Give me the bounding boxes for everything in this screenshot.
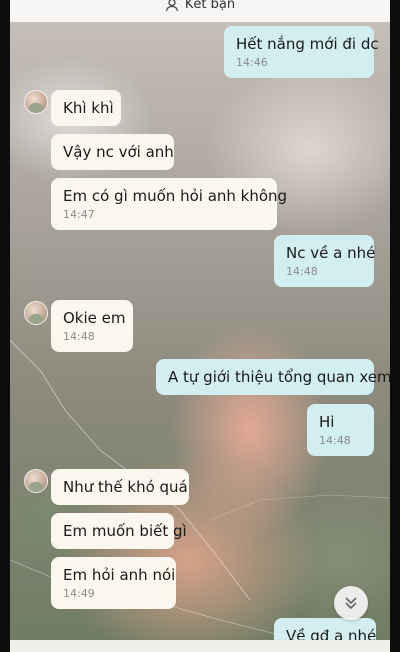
chat-screen: Kết bạn Hết nắng mới đi dc 14:46 Khì khì… [10, 0, 390, 652]
message-text: Em có gì muốn hỏi anh không [63, 187, 288, 205]
message-text: Nc về a nhé [286, 244, 376, 262]
message-time: 14:49 [63, 587, 95, 600]
message-time: 14:46 [236, 56, 268, 69]
double-chevron-down-icon [345, 597, 357, 610]
message-bubble-received[interactable]: Em hỏi anh nói 14:49 [51, 557, 176, 609]
message-bubble-sent[interactable]: Hết nắng mới đi dc 14:46 [224, 26, 379, 78]
header-title: Kết bạn [184, 0, 236, 12]
message-bubble-received[interactable]: Như thế khó quá [51, 469, 189, 505]
message-text: Okie em [63, 309, 126, 327]
message-text: Khì khì [63, 99, 114, 117]
message-text: Như thế khó quá [63, 478, 188, 496]
message-bubble-sent[interactable]: Hi 14:48 [307, 404, 374, 456]
add-friend-button[interactable]: Kết bạn [165, 0, 235, 12]
scroll-to-bottom-button[interactable] [334, 586, 368, 620]
message-text: Hi [319, 413, 335, 431]
message-text: Vậy nc với anh [63, 143, 174, 161]
message-text: Em muốn biết gì [63, 522, 187, 540]
message-bubble-received[interactable]: Em có gì muốn hỏi anh không 14:47 [51, 178, 287, 230]
message-time: 14:47 [63, 208, 95, 221]
message-time: 14:48 [286, 265, 318, 278]
message-bubble-received[interactable]: Vậy nc với anh [51, 134, 174, 170]
message-bubble-received[interactable]: Okie em 14:48 [51, 300, 133, 352]
message-text: A tự giới thiệu tổng quan xem [168, 368, 390, 386]
message-time: 14:48 [63, 330, 95, 343]
message-text: Em hỏi anh nói [63, 566, 176, 584]
avatar[interactable] [24, 90, 48, 114]
message-bubble-sent[interactable]: A tự giới thiệu tổng quan xem [156, 359, 390, 395]
message-bubble-received[interactable]: Khì khì [51, 90, 121, 126]
chat-header: Kết bạn [10, 0, 390, 22]
input-bar[interactable] [10, 640, 390, 652]
message-bubble-received[interactable]: Em muốn biết gì [51, 513, 187, 549]
message-time: 14:48 [319, 434, 351, 447]
message-bubble-sent[interactable]: Nc về a nhé 14:48 [274, 235, 376, 287]
message-text: Hết nắng mới đi dc [236, 35, 379, 53]
avatar[interactable] [24, 469, 48, 493]
person-icon [165, 0, 179, 11]
avatar[interactable] [24, 301, 48, 325]
